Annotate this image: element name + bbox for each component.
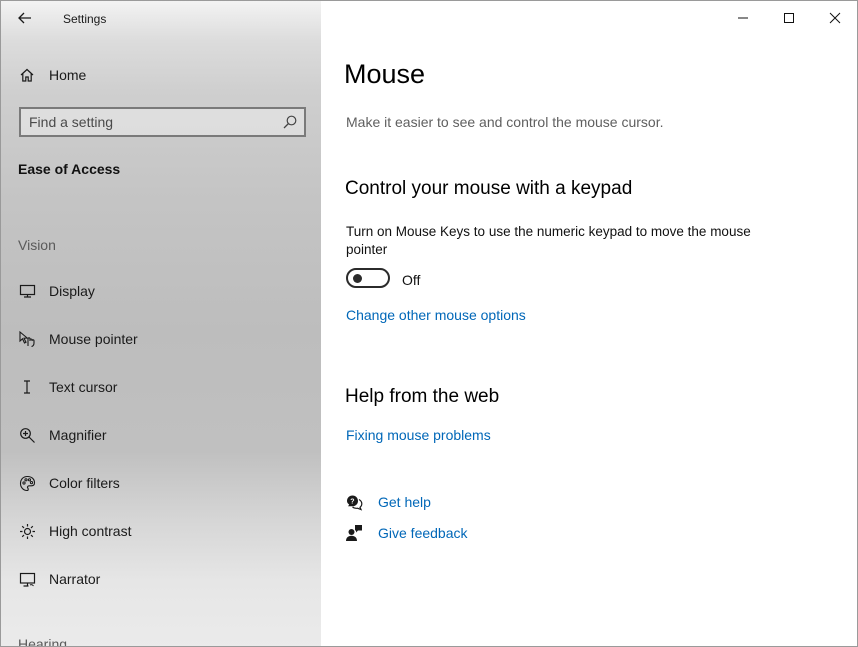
get-help-label: Get help <box>378 494 431 510</box>
mouse-keys-description: Turn on Mouse Keys to use the numeric ke… <box>346 224 751 257</box>
app-title: Settings <box>63 12 107 26</box>
sidebar-item-label: High contrast <box>49 523 132 539</box>
display-icon <box>17 281 37 301</box>
sidebar-item-label: Magnifier <box>49 427 107 443</box>
toggle-knob <box>353 274 362 283</box>
search-input[interactable] <box>29 112 274 132</box>
sidebar-item-magnifier[interactable]: Magnifier <box>1 415 321 455</box>
settings-window: Settings Home Ease of Access Vision Disp… <box>0 0 858 647</box>
back-button[interactable] <box>13 7 37 29</box>
home-icon <box>17 65 37 85</box>
back-arrow-icon <box>18 12 31 24</box>
magnifier-icon <box>17 425 37 445</box>
search-icon <box>283 115 297 129</box>
sidebar-item-text-cursor[interactable]: Text cursor <box>1 367 321 407</box>
group-heading-vision: Vision <box>18 237 56 253</box>
change-mouse-options-link[interactable]: Change other mouse options <box>346 307 526 323</box>
sidebar-item-label: Home <box>49 67 87 83</box>
keypad-heading: Control your mouse with a keypad <box>345 178 633 199</box>
svg-text:?: ? <box>350 498 354 505</box>
sidebar-item-label: Mouse pointer <box>49 331 138 347</box>
high-contrast-icon <box>17 521 37 541</box>
fixing-mouse-problems-link[interactable]: Fixing mouse problems <box>346 427 491 443</box>
sidebar-item-high-contrast[interactable]: High contrast <box>1 511 321 551</box>
group-heading-hearing: Hearing <box>18 636 68 647</box>
sidebar-item-home[interactable]: Home <box>1 55 321 95</box>
sidebar: Settings Home Ease of Access Vision Disp… <box>1 1 321 647</box>
title-bar: Settings <box>1 1 321 35</box>
sidebar-item-mouse-pointer[interactable]: Mouse pointer <box>1 319 321 359</box>
category-heading: Ease of Access <box>18 161 121 177</box>
page-subtitle: Make it easier to see and control the mo… <box>346 114 664 130</box>
narrator-icon <box>17 569 37 589</box>
mouse-keys-toggle[interactable] <box>346 268 390 288</box>
sidebar-item-label: Narrator <box>49 571 101 587</box>
help-heading: Help from the web <box>345 386 500 407</box>
give-feedback-label: Give feedback <box>378 525 468 541</box>
toggle-state-label: Off <box>402 272 421 288</box>
give-feedback-icon <box>344 523 364 543</box>
sidebar-item-label: Color filters <box>49 475 120 491</box>
main-content: Mouse Make it easier to see and control … <box>321 1 857 646</box>
mouse-pointer-icon <box>17 329 37 349</box>
get-help-icon: ? <box>344 492 364 512</box>
color-filters-icon <box>17 473 37 493</box>
sidebar-item-display[interactable]: Display <box>1 271 321 311</box>
give-feedback-link[interactable]: Give feedback <box>344 523 468 543</box>
sidebar-item-narrator[interactable]: Narrator <box>1 559 321 599</box>
sidebar-item-label: Display <box>49 283 95 299</box>
page-title: Mouse <box>344 59 426 89</box>
sidebar-item-label: Text cursor <box>49 379 118 395</box>
text-cursor-icon <box>17 377 37 397</box>
search-box[interactable] <box>19 107 306 137</box>
sidebar-item-color-filters[interactable]: Color filters <box>1 463 321 503</box>
get-help-link[interactable]: ? Get help <box>344 492 431 512</box>
